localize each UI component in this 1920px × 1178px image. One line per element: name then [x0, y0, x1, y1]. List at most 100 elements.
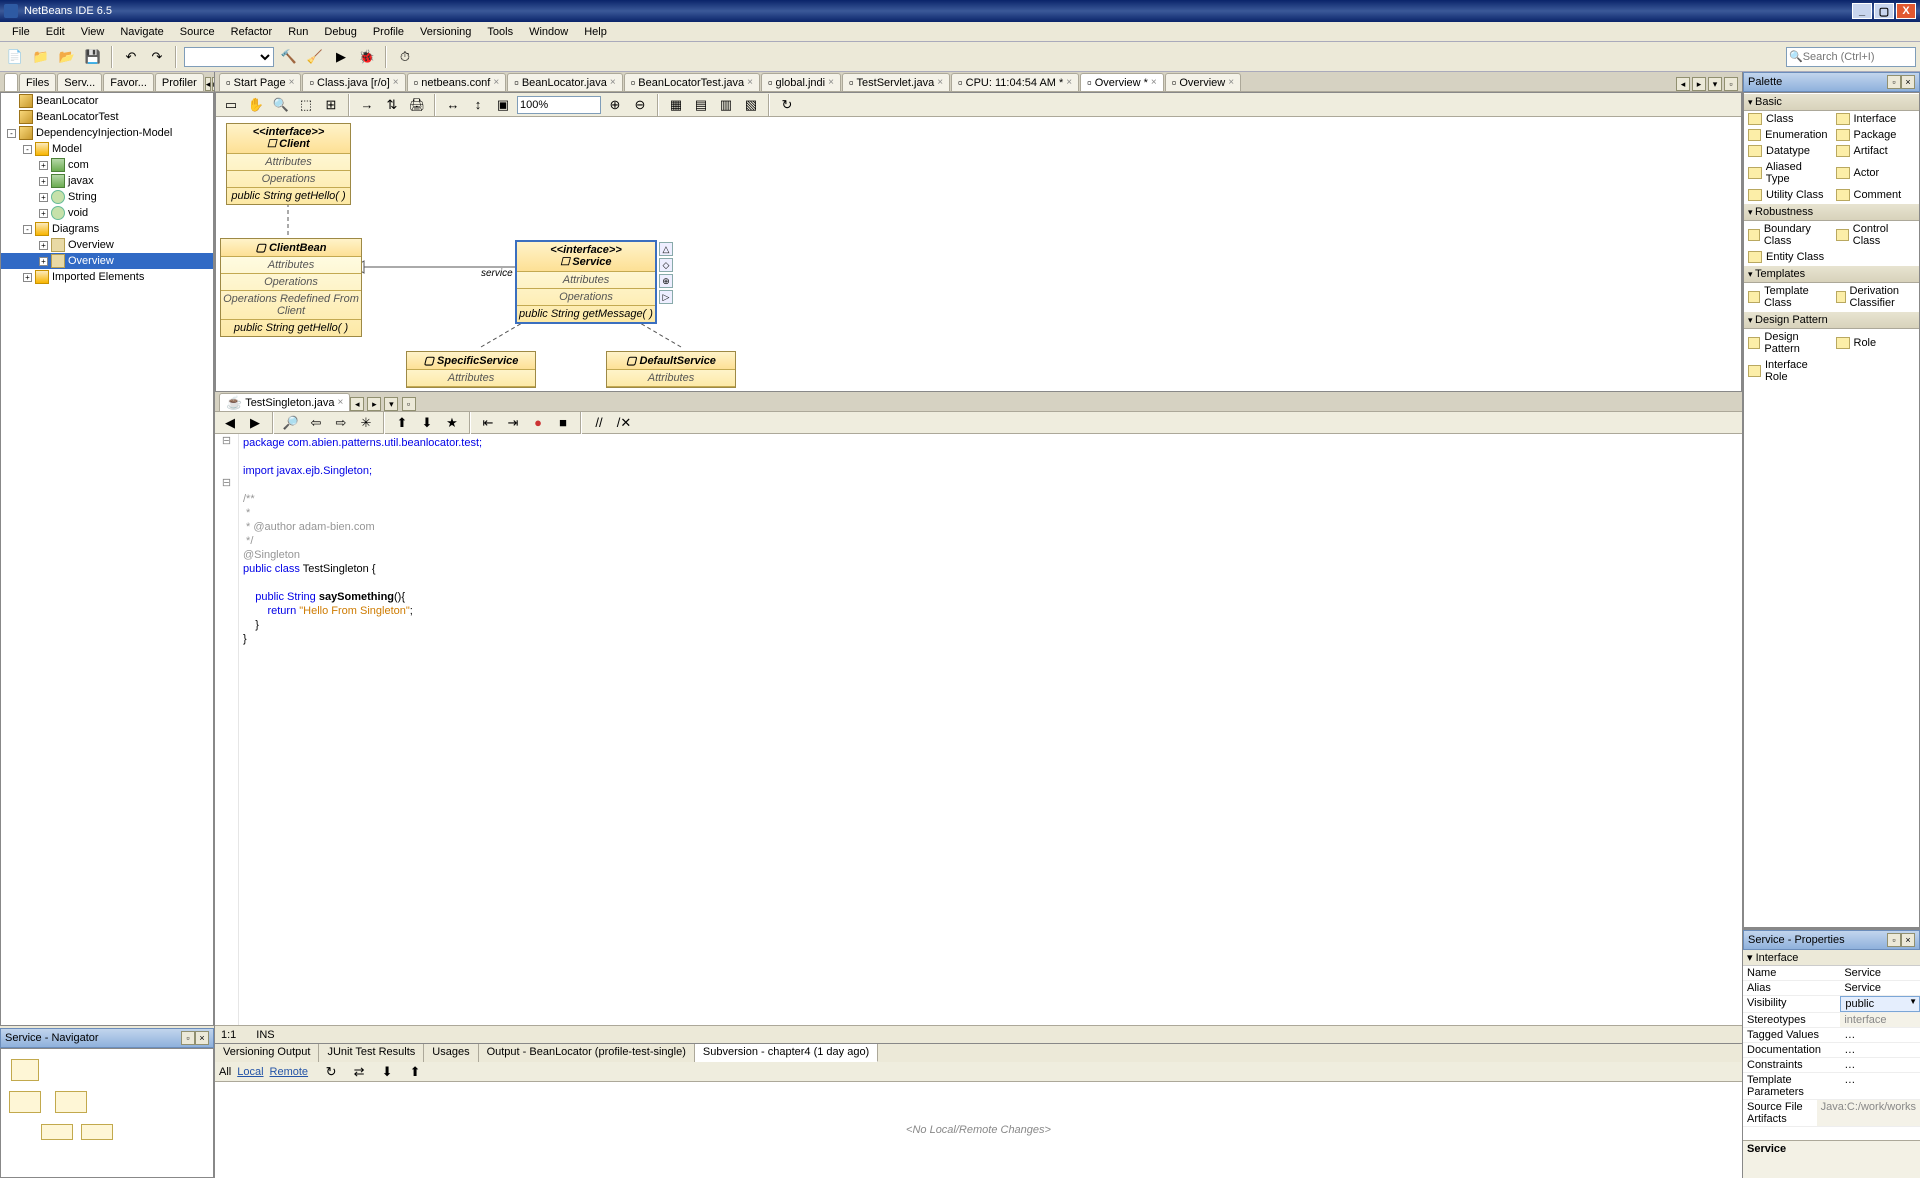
menu-help[interactable]: Help: [576, 24, 615, 40]
vcs-filter-remote[interactable]: Remote: [270, 1066, 309, 1078]
open-project-button[interactable]: 📂: [56, 46, 78, 68]
property-value[interactable]: …: [1840, 1043, 1920, 1057]
left-tab-2[interactable]: Serv...: [57, 73, 102, 91]
tree-toggle[interactable]: +: [39, 257, 48, 266]
editor-tab[interactable]: ▫Overview×: [1165, 73, 1241, 91]
toggle-bookmark[interactable]: ★: [441, 412, 463, 434]
zoom-fit-tool[interactable]: ⊞: [320, 94, 342, 116]
properties-group-header[interactable]: ▾ Interface: [1743, 950, 1920, 966]
fit-height[interactable]: ↕: [467, 94, 489, 116]
close-tab-icon[interactable]: ×: [747, 77, 753, 88]
uml-defaultservice-class[interactable]: ▢ DefaultService Attributes: [606, 351, 736, 388]
properties-close-button[interactable]: ×: [1901, 933, 1915, 947]
zoom-out-button[interactable]: ⊖: [629, 94, 651, 116]
profile-button[interactable]: ⏱: [394, 46, 416, 68]
uncomment[interactable]: /✕: [613, 412, 635, 434]
palette-item[interactable]: Template Class: [1744, 283, 1832, 311]
editor-tab[interactable]: ▫Start Page×: [219, 73, 301, 91]
save-all-button[interactable]: 💾: [82, 46, 104, 68]
output-tab[interactable]: Versioning Output: [215, 1044, 319, 1062]
search-input[interactable]: [1803, 51, 1913, 63]
close-tab-icon[interactable]: ×: [1066, 77, 1072, 88]
find-next[interactable]: ⇨: [330, 412, 352, 434]
palette-item[interactable]: Entity Class: [1744, 249, 1832, 265]
vcs-refresh-button[interactable]: ↻: [320, 1061, 342, 1083]
menu-navigate[interactable]: Navigate: [112, 24, 171, 40]
close-tab-icon[interactable]: ×: [493, 77, 499, 88]
comment[interactable]: //: [588, 412, 610, 434]
source-fwd[interactable]: ▶: [244, 412, 266, 434]
tabnav-button[interactable]: ▸: [1692, 77, 1706, 91]
editor-tab[interactable]: ▫netbeans.conf×: [407, 73, 507, 91]
close-tab-icon[interactable]: ×: [337, 397, 343, 408]
layout-tool[interactable]: ⇅: [381, 94, 403, 116]
align-tool-1[interactable]: ▦: [665, 94, 687, 116]
menu-debug[interactable]: Debug: [316, 24, 364, 40]
editor-tab[interactable]: ▫TestServlet.java×: [842, 73, 950, 91]
left-tab-0[interactable]: [4, 73, 18, 91]
palette-item[interactable]: Enumeration: [1744, 127, 1832, 143]
tree-toggle[interactable]: +: [39, 209, 48, 218]
editor-tab[interactable]: ▫BeanLocator.java×: [507, 73, 622, 91]
palette-item[interactable]: Control Class: [1832, 221, 1920, 249]
output-tab[interactable]: Output - BeanLocator (profile-test-singl…: [479, 1044, 695, 1062]
minimize-button[interactable]: _: [1852, 3, 1872, 19]
redo-button[interactable]: ↷: [146, 46, 168, 68]
inner-prev-button[interactable]: ◂: [350, 397, 364, 411]
palette-item[interactable]: Interface: [1832, 111, 1920, 127]
tree-toggle[interactable]: -: [23, 145, 32, 154]
scroll-left-button[interactable]: ◂: [205, 77, 212, 91]
new-project-button[interactable]: 📁: [30, 46, 52, 68]
relation-tool[interactable]: →: [356, 94, 378, 116]
menu-file[interactable]: File: [4, 24, 38, 40]
new-file-button[interactable]: 📄: [4, 46, 26, 68]
palette-item[interactable]: Interface Role: [1744, 357, 1832, 385]
editor-tab[interactable]: ▫global.jndi×: [761, 73, 841, 91]
uml-client-interface[interactable]: <<interface>>🞎 Client Attributes Operati…: [226, 123, 351, 205]
palette-item[interactable]: Aliased Type: [1744, 159, 1832, 187]
tree-toggle[interactable]: +: [39, 241, 48, 250]
vcs-filter-local[interactable]: Local: [237, 1066, 263, 1078]
output-tab[interactable]: Subversion - chapter4 (1 day ago): [695, 1044, 878, 1062]
menu-profile[interactable]: Profile: [365, 24, 412, 40]
uml-diagram-canvas[interactable]: ▭ ✋ 🔍 ⬚ ⊞ → ⇅ 🖨 ↔ ↕ ▣ ⊕ ⊖ ▦ ▤ ▥ ▧: [215, 92, 1742, 392]
inner-next-button[interactable]: ▸: [367, 397, 381, 411]
menu-view[interactable]: View: [73, 24, 113, 40]
vcs-commit-button[interactable]: ⬆: [404, 1061, 426, 1083]
vcs-diff-button[interactable]: ⇄: [348, 1061, 370, 1083]
menu-versioning[interactable]: Versioning: [412, 24, 479, 40]
tree-item[interactable]: -Diagrams: [1, 221, 213, 237]
editor-tab[interactable]: ▫CPU: 11:04:54 AM *×: [951, 73, 1079, 91]
next-bookmark[interactable]: ⬇: [416, 412, 438, 434]
toggle-highlight[interactable]: ✳: [355, 412, 377, 434]
tabnav-button[interactable]: ▫: [1724, 77, 1738, 91]
palette-group[interactable]: Basic: [1744, 93, 1919, 111]
tree-toggle[interactable]: +: [39, 161, 48, 170]
close-tab-icon[interactable]: ×: [1151, 77, 1157, 88]
left-tab-4[interactable]: Profiler: [155, 73, 204, 91]
scroll-right-button[interactable]: ▸: [212, 77, 214, 91]
palette-item[interactable]: Comment: [1832, 187, 1920, 203]
config-combo[interactable]: [184, 47, 274, 67]
inner-list-button[interactable]: ▾: [384, 397, 398, 411]
palette-close-button[interactable]: ×: [1901, 75, 1915, 89]
tabnav-button[interactable]: ◂: [1676, 77, 1690, 91]
palette-group[interactable]: Robustness: [1744, 203, 1919, 221]
menu-tools[interactable]: Tools: [479, 24, 521, 40]
zoom-in-button[interactable]: ⊕: [604, 94, 626, 116]
fit-page[interactable]: ▣: [492, 94, 514, 116]
left-tab-3[interactable]: Favor...: [103, 73, 154, 91]
property-value[interactable]: …: [1840, 1058, 1920, 1072]
refresh-tool[interactable]: ↻: [776, 94, 798, 116]
source-back[interactable]: ◀: [219, 412, 241, 434]
quick-search[interactable]: 🔍: [1786, 47, 1916, 67]
menu-run[interactable]: Run: [280, 24, 316, 40]
tree-toggle[interactable]: +: [39, 177, 48, 186]
palette-item[interactable]: Package: [1832, 127, 1920, 143]
projects-tree[interactable]: BeanLocatorBeanLocatorTest-DependencyInj…: [0, 92, 214, 1026]
find-prev[interactable]: ⇦: [305, 412, 327, 434]
build-button[interactable]: 🔨: [278, 46, 300, 68]
tree-toggle[interactable]: +: [23, 273, 32, 282]
vcs-update-button[interactable]: ⬇: [376, 1061, 398, 1083]
fit-width[interactable]: ↔: [442, 94, 464, 116]
